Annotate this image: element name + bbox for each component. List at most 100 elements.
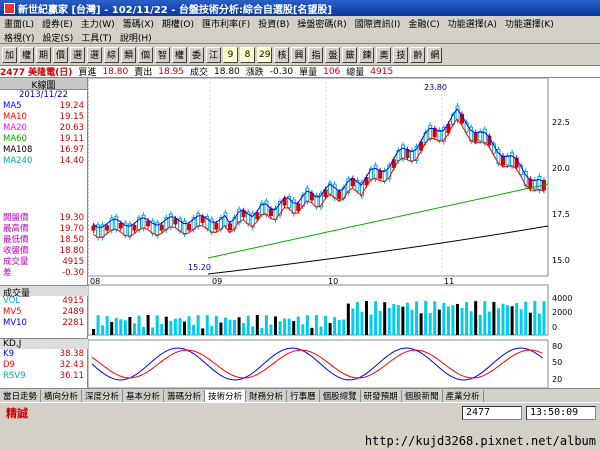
menu-item[interactable]: 說明(H)	[120, 31, 152, 44]
toolbar-button[interactable]: 選	[70, 46, 85, 63]
watermark: http://kujd3268.pixnet.net/album	[364, 434, 596, 448]
toolbar-button[interactable]: 鍊	[359, 46, 375, 63]
toolbar-button[interactable]: 核	[274, 46, 290, 63]
menu-item[interactable]: 證券(E)	[42, 17, 73, 30]
volume-bar	[132, 323, 136, 335]
indicator-label: MA60	[3, 134, 27, 144]
volume-bar	[96, 315, 100, 335]
toolbar-button[interactable]: 權	[19, 46, 34, 63]
volume-bar	[424, 301, 428, 335]
toolbar-button[interactable]: 8	[240, 46, 255, 63]
toolbar-button[interactable]: 期	[36, 46, 51, 63]
volume-bar	[301, 324, 305, 335]
volume-bar	[260, 328, 264, 335]
menu-item[interactable]: 匯市利率(F)	[202, 17, 250, 30]
bottom-tab[interactable]: 行事曆	[287, 389, 320, 402]
menu-item[interactable]: 功能選擇(K)	[505, 17, 554, 30]
candle-body	[478, 130, 483, 142]
indicator-label: 成交量	[3, 257, 29, 267]
volume-bar	[446, 306, 450, 335]
menu-row-2: 格視(Y) 設定(S) 工具(T) 說明(H)	[0, 30, 600, 44]
toolbar-button[interactable]: 權	[172, 46, 187, 63]
candle-body	[528, 178, 533, 189]
chart-svg: 22.5 20.0 17.5 15.0 08 09 10 11 23.80 15.20 4000 20…	[87, 77, 572, 389]
toolbar-button[interactable]: 江	[206, 46, 221, 63]
toolbar-button[interactable]: 29	[257, 46, 273, 63]
toolbar-button[interactable]: 綜	[104, 46, 119, 63]
bottom-tab[interactable]: 籌碼分析	[164, 389, 206, 402]
bottom-tab[interactable]: 個股總覽	[320, 389, 361, 402]
volume-bar	[374, 301, 378, 335]
toolbar-button[interactable]: 奧	[376, 46, 392, 63]
taskbar: http://kujd3268.pixnet.net/album	[0, 422, 600, 450]
toolbar-button[interactable]: 委	[189, 46, 204, 63]
menu-item[interactable]: 投資(B)	[258, 17, 289, 30]
toolbar-button[interactable]: 9	[223, 46, 238, 63]
toolbar-button[interactable]: 加	[2, 46, 17, 63]
bottom-tab[interactable]: 基本分析	[123, 389, 165, 402]
bottom-tab[interactable]: 當日走勢	[0, 389, 42, 402]
menu-item[interactable]: 功能選擇(A)	[448, 17, 497, 30]
indicator-row: 開盤價 19.30	[0, 213, 87, 224]
bottom-tab[interactable]: 深度分析	[82, 389, 124, 402]
candle-body	[473, 132, 478, 142]
indicator-label: RSV9	[3, 371, 26, 381]
vol-section-title: 成交量	[0, 285, 88, 299]
menu-item[interactable]: 金融(C)	[408, 17, 439, 30]
chart-area[interactable]: 22.5 20.0 17.5 15.0 08 09 10 11 23.80 15.20 4000 20…	[87, 77, 600, 412]
toolbar-button[interactable]: 籤	[342, 46, 358, 63]
volume-bar	[360, 311, 364, 335]
bottom-tab[interactable]: 橫向分析	[41, 389, 83, 402]
toolbar-button[interactable]: 技	[393, 46, 409, 63]
menu-item[interactable]: 格視(Y)	[4, 31, 35, 44]
toolbar-button[interactable]: 齡	[410, 46, 426, 63]
volume-bar	[237, 317, 241, 335]
indicator-row: MA20 20.63	[0, 123, 87, 134]
volume-bar	[269, 324, 273, 335]
menu-item[interactable]: 操盤密碼(R)	[297, 17, 346, 30]
bottom-tab[interactable]: 技術分析	[205, 389, 247, 402]
candle-body	[378, 170, 383, 179]
toolbar-button[interactable]: 類	[121, 46, 136, 63]
toolbar-button[interactable]: 網	[427, 46, 443, 63]
menu-item[interactable]: 畫面(L)	[4, 17, 34, 30]
volume-bar	[506, 305, 510, 335]
candle-body	[228, 223, 232, 231]
bottom-tab[interactable]: 產業分析	[443, 389, 484, 402]
indicator-row: MA5 19.24	[0, 101, 87, 112]
volume-bar	[355, 301, 359, 335]
candle-body	[537, 176, 542, 192]
candle-body	[223, 212, 228, 227]
volume-bar	[196, 315, 200, 335]
volume-bar	[101, 325, 105, 335]
quote-list: 開盤價 19.30 最高價 19.70 最低價 18.50 收盤價 18.80 成交量 4915 差…	[0, 213, 87, 279]
menu-item[interactable]: 籌碼(X)	[123, 17, 154, 30]
bottom-tab[interactable]: 財務分析	[246, 389, 288, 402]
total-label: 總量	[346, 68, 365, 78]
indicator-label: MA20	[3, 123, 27, 133]
volume-bar	[169, 320, 173, 335]
indicator-row: D9 32.43	[0, 360, 87, 371]
volume-bar	[415, 301, 419, 335]
menu-item[interactable]: 期權(O)	[162, 17, 194, 30]
bottom-tab[interactable]: 研發預期	[361, 389, 402, 402]
toolbar-button[interactable]: 興	[291, 46, 307, 63]
candle-body	[264, 200, 269, 216]
status-code[interactable]: 2477	[462, 405, 522, 420]
toolbar-button[interactable]: 指	[308, 46, 324, 63]
bottom-tabs: 當日走勢 橫向分析 深度分析 基本分析 籌碼分析 技術分析 財務分析 行事曆 個股總覽 研發預期個…	[0, 388, 600, 402]
menu-item[interactable]: 工具(T)	[81, 31, 112, 44]
toolbar-button[interactable]: 智	[155, 46, 170, 63]
menu-item[interactable]: 主力(W)	[81, 17, 115, 30]
indicator-value: -0.30	[62, 268, 84, 278]
candle-body	[91, 225, 96, 231]
toolbar-button[interactable]: 價	[53, 46, 68, 63]
menu-item[interactable]: 國際資訊(I)	[355, 17, 401, 30]
candle-body	[159, 224, 164, 231]
volume-bar	[210, 325, 214, 335]
toolbar-button[interactable]: 個	[138, 46, 153, 63]
toolbar-button[interactable]: 盤	[325, 46, 341, 63]
menu-item[interactable]: 設定(S)	[43, 31, 74, 44]
bottom-tab[interactable]: 個股新聞	[402, 389, 443, 402]
toolbar-button[interactable]: 選	[87, 46, 102, 63]
